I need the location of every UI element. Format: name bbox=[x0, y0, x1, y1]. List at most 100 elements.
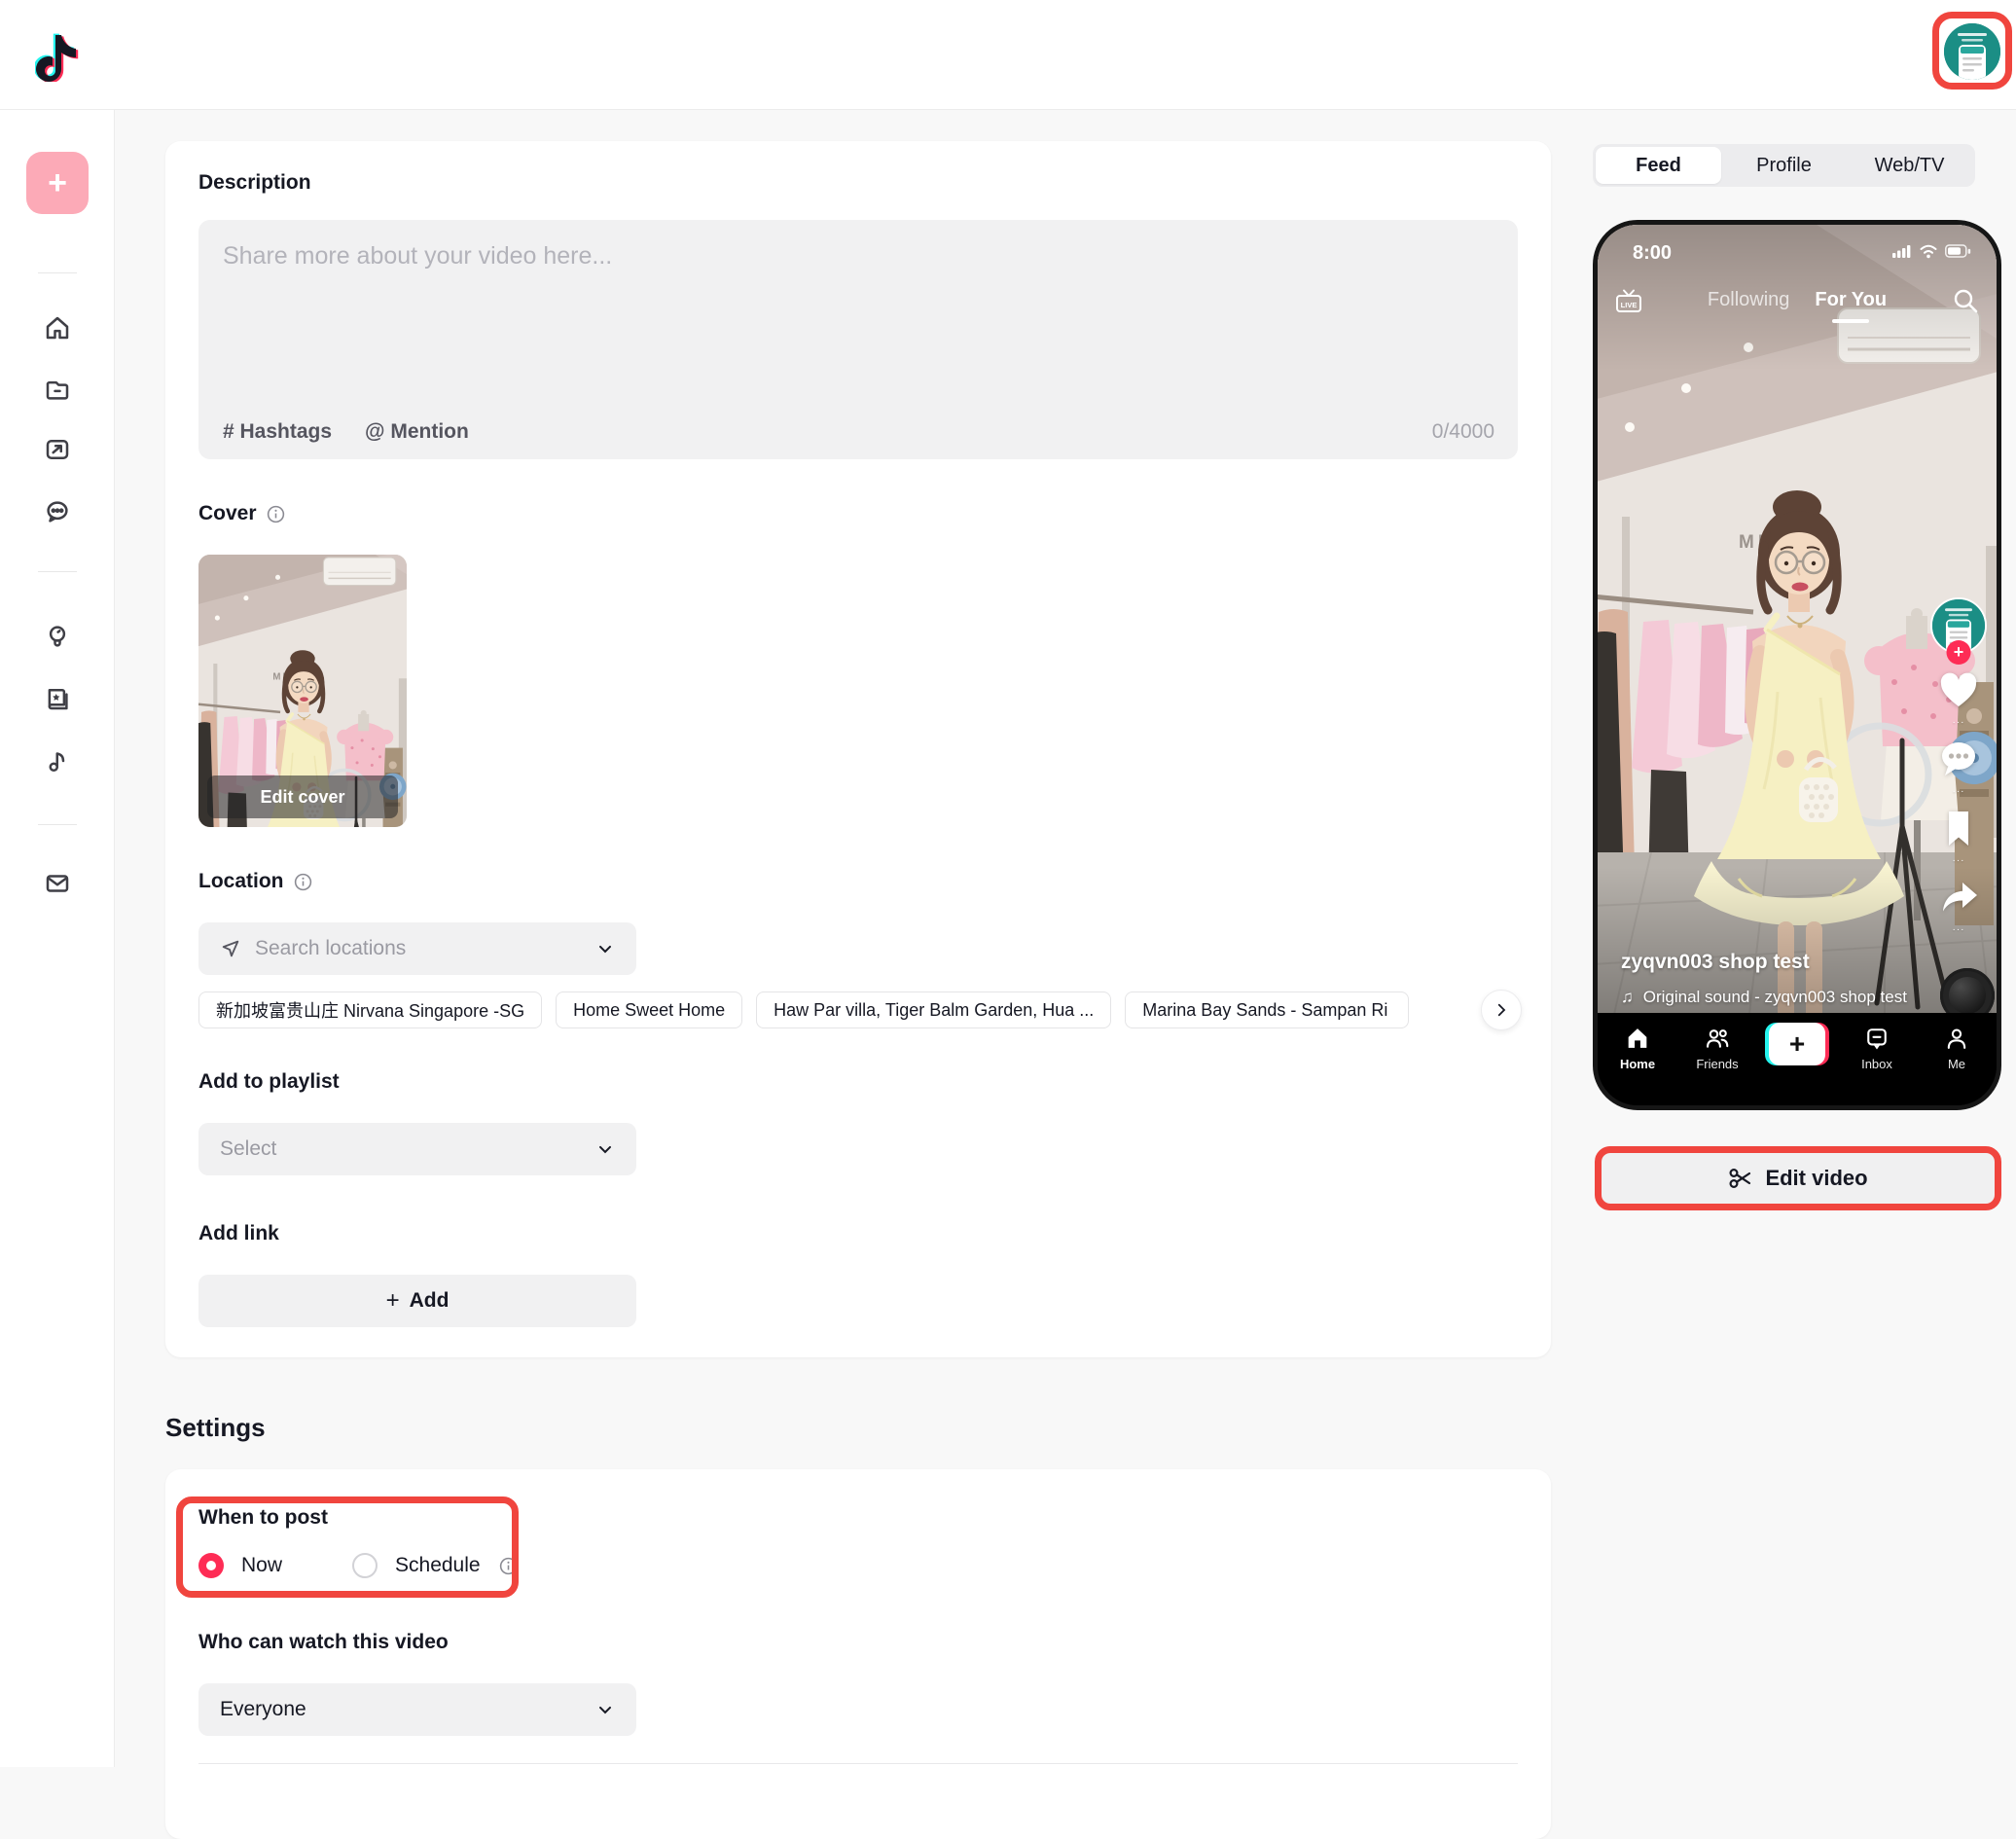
location-suggestions-next-button[interactable] bbox=[1481, 990, 1522, 1030]
follow-plus-badge[interactable]: + bbox=[1947, 640, 1971, 665]
chevron-down-icon bbox=[595, 1700, 615, 1719]
create-plus-button[interactable]: + bbox=[1765, 1023, 1829, 1065]
edit-video-label: Edit video bbox=[1765, 1166, 1867, 1191]
posts-folder-icon bbox=[43, 375, 72, 404]
search-icon[interactable] bbox=[1952, 287, 1979, 314]
nav-home[interactable]: Home bbox=[1598, 1025, 1677, 1071]
top-header bbox=[0, 0, 2016, 110]
sidebar-item-inspiration[interactable] bbox=[43, 622, 72, 651]
location-suggestion[interactable]: Home Sweet Home bbox=[556, 992, 742, 1028]
radio-now[interactable] bbox=[198, 1553, 224, 1578]
cover-label: Cover bbox=[198, 502, 257, 525]
lightbulb-icon bbox=[43, 622, 72, 651]
chevron-down-icon bbox=[595, 1139, 615, 1159]
like-count: ··· bbox=[1953, 717, 1965, 728]
music-note-icon: ♫ bbox=[1621, 988, 1634, 1007]
upload-plus-button[interactable]: + bbox=[26, 152, 89, 214]
when-to-post-label: When to post bbox=[198, 1506, 328, 1530]
edit-video-button[interactable]: Edit video bbox=[1602, 1153, 1995, 1204]
chevron-right-icon bbox=[1493, 1001, 1510, 1019]
home-icon bbox=[43, 313, 72, 343]
location-suggestion[interactable]: 新加坡富贵山庄 Nirvana Singapore -SG bbox=[198, 992, 542, 1028]
nav-inbox[interactable]: Inbox bbox=[1837, 1025, 1917, 1071]
share-count: ··· bbox=[1953, 924, 1965, 935]
comment-icon bbox=[1933, 736, 1984, 782]
home-icon bbox=[1623, 1025, 1652, 1052]
radio-now-label[interactable]: Now bbox=[241, 1554, 282, 1577]
cover-info-icon[interactable] bbox=[266, 504, 286, 524]
cover-section-label: Cover bbox=[198, 502, 286, 525]
sidebar-divider bbox=[38, 824, 77, 825]
tiktok-logo[interactable] bbox=[35, 29, 82, 82]
feed-tab-for-you[interactable]: For You bbox=[1815, 289, 1887, 311]
settings-heading: Settings bbox=[165, 1413, 266, 1443]
mention-button[interactable]: @ Mention bbox=[365, 420, 469, 444]
profile-avatar[interactable] bbox=[1944, 23, 2000, 80]
location-label: Location bbox=[198, 870, 284, 893]
rail-share-button[interactable]: ··· bbox=[1931, 874, 1986, 935]
bookmark-icon bbox=[1933, 805, 1984, 851]
plus-icon: + bbox=[386, 1287, 400, 1315]
avatar-image bbox=[1944, 23, 2000, 80]
sidebar-item-posts[interactable] bbox=[43, 375, 72, 404]
inbox-icon bbox=[1862, 1025, 1891, 1052]
heart-icon bbox=[1933, 667, 1984, 713]
rail-like-button[interactable]: ··· bbox=[1931, 667, 1986, 728]
who-can-watch-value: Everyone bbox=[220, 1698, 306, 1721]
video-preview[interactable]: 8:00 LIVE Following For You + bbox=[1598, 225, 1997, 1013]
wifi-icon bbox=[1919, 243, 1938, 259]
schedule-info-icon[interactable] bbox=[498, 1556, 519, 1576]
phone-bottom-nav: Home Friends + Inbox Me bbox=[1598, 1013, 1997, 1105]
nav-create[interactable]: + bbox=[1757, 1025, 1837, 1065]
radio-schedule-label[interactable]: Schedule bbox=[395, 1554, 481, 1577]
description-input[interactable]: Share more about your video here... # Ha… bbox=[198, 220, 1518, 459]
sidebar-item-comments[interactable] bbox=[43, 497, 72, 526]
tab-profile[interactable]: Profile bbox=[1721, 147, 1847, 184]
rail-comment-button[interactable]: ··· bbox=[1931, 736, 1986, 797]
nav-friends[interactable]: Friends bbox=[1677, 1025, 1757, 1071]
location-suggestion[interactable]: Marina Bay Sands - Sampan Ri bbox=[1125, 992, 1409, 1028]
music-note-icon bbox=[43, 746, 72, 775]
battery-icon bbox=[1945, 244, 1971, 259]
hashtags-button[interactable]: # Hashtags bbox=[223, 420, 332, 444]
rail-bookmark-button[interactable]: ··· bbox=[1931, 805, 1986, 866]
sidebar-item-feedback[interactable] bbox=[43, 869, 72, 898]
settings-divider bbox=[198, 1763, 1518, 1764]
location-suggestions: 新加坡富贵山庄 Nirvana Singapore -SG Home Sweet… bbox=[198, 992, 1518, 1030]
video-caption: zyqvn003 shop test bbox=[1621, 951, 1810, 974]
sidebar-item-sounds[interactable] bbox=[43, 746, 72, 775]
comment-count: ··· bbox=[1953, 786, 1965, 797]
sidebar-divider bbox=[38, 272, 77, 273]
cover-thumbnail[interactable]: Edit cover bbox=[198, 555, 407, 827]
radio-schedule[interactable] bbox=[352, 1553, 378, 1578]
book-star-icon bbox=[43, 684, 72, 713]
sound-row[interactable]: ♫ Original sound - zyqvn003 shop test bbox=[1621, 988, 1928, 1007]
preview-tabs: Feed Profile Web/TV bbox=[1593, 144, 1975, 187]
location-search-select[interactable]: Search locations bbox=[198, 922, 636, 975]
edit-cover-button[interactable]: Edit cover bbox=[207, 775, 398, 818]
nav-me[interactable]: Me bbox=[1917, 1025, 1997, 1071]
who-can-watch-select[interactable]: Everyone bbox=[198, 1683, 636, 1736]
tab-webtv[interactable]: Web/TV bbox=[1847, 147, 1972, 184]
when-to-post-options: Now Schedule bbox=[198, 1553, 519, 1578]
add-link-button[interactable]: + Add bbox=[198, 1275, 636, 1327]
location-search-placeholder: Search locations bbox=[255, 937, 406, 960]
phone-status-bar: 8:00 bbox=[1598, 240, 1997, 268]
add-link-button-label: Add bbox=[410, 1289, 450, 1313]
sidebar-item-creator-academy[interactable] bbox=[43, 684, 72, 713]
playlist-label: Add to playlist bbox=[198, 1070, 340, 1094]
sidebar-nav: + bbox=[0, 0, 115, 1767]
feed-tab-following[interactable]: Following bbox=[1708, 289, 1789, 311]
share-icon bbox=[1933, 874, 1984, 920]
playlist-select[interactable]: Select bbox=[198, 1123, 636, 1175]
tab-feed[interactable]: Feed bbox=[1596, 147, 1721, 184]
phone-top-nav: LIVE Following For You bbox=[1598, 285, 1997, 324]
signal-icon bbox=[1892, 243, 1912, 259]
clock-time: 8:00 bbox=[1633, 242, 1672, 265]
sidebar-item-home[interactable] bbox=[43, 313, 72, 343]
rail-creator-avatar[interactable]: + bbox=[1931, 597, 1986, 654]
location-suggestion[interactable]: Haw Par villa, Tiger Balm Garden, Hua ..… bbox=[756, 992, 1111, 1028]
scissors-icon bbox=[1728, 1166, 1753, 1191]
sidebar-item-analytics[interactable] bbox=[43, 435, 72, 464]
location-info-icon[interactable] bbox=[293, 872, 313, 892]
